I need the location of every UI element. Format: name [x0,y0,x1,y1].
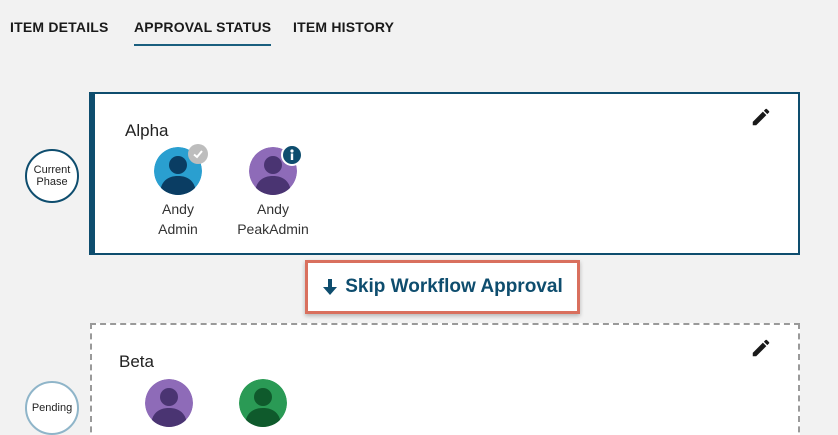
avatar [239,379,287,427]
pencil-icon [752,339,770,357]
approver-last-name: PeakAdmin [237,221,309,237]
approver[interactable] [218,379,308,427]
phase-card-alpha: Alpha Andy Admin Andy PeakAdmin [89,92,800,255]
approver-last-name: Admin [158,221,198,237]
tab-approval-status[interactable]: APPROVAL STATUS [134,19,272,46]
tab-item-history[interactable]: ITEM HISTORY [293,19,394,35]
pending-phase-indicator: Pending [25,381,79,435]
current-phase-label-line2: Phase [36,176,68,188]
phase-card-beta: Beta [90,323,800,435]
arrow-down-icon [322,278,338,296]
approver[interactable] [124,379,214,427]
phase-title: Beta [119,352,154,371]
tab-item-details[interactable]: ITEM DETAILS [10,19,109,35]
skip-button-label: Skip Workflow Approval [345,276,563,297]
check-icon [188,144,208,164]
approver-first-name: Andy [257,201,289,217]
approver-andy-admin[interactable]: Andy Admin [133,144,223,239]
tab-bar: ITEM DETAILS APPROVAL STATUS ITEM HISTOR… [0,0,838,50]
phase-title: Alpha [125,121,169,140]
skip-workflow-approval-button[interactable]: Skip Workflow Approval [308,263,577,311]
info-icon[interactable] [281,144,303,166]
approval-status-page: ITEM DETAILS APPROVAL STATUS ITEM HISTOR… [0,0,838,435]
avatar [145,379,193,427]
skip-button-highlight: Skip Workflow Approval [305,260,580,314]
approver-first-name: Andy [162,201,194,217]
pencil-icon [752,108,770,126]
approver-andy-peakadmin[interactable]: Andy PeakAdmin [228,144,318,239]
current-phase-label-line1: Current [33,164,71,176]
pending-phase-label: Pending [31,402,73,414]
edit-phase-button[interactable] [750,106,772,128]
current-phase-indicator: Current Phase [25,149,79,203]
edit-phase-button[interactable] [750,337,772,359]
